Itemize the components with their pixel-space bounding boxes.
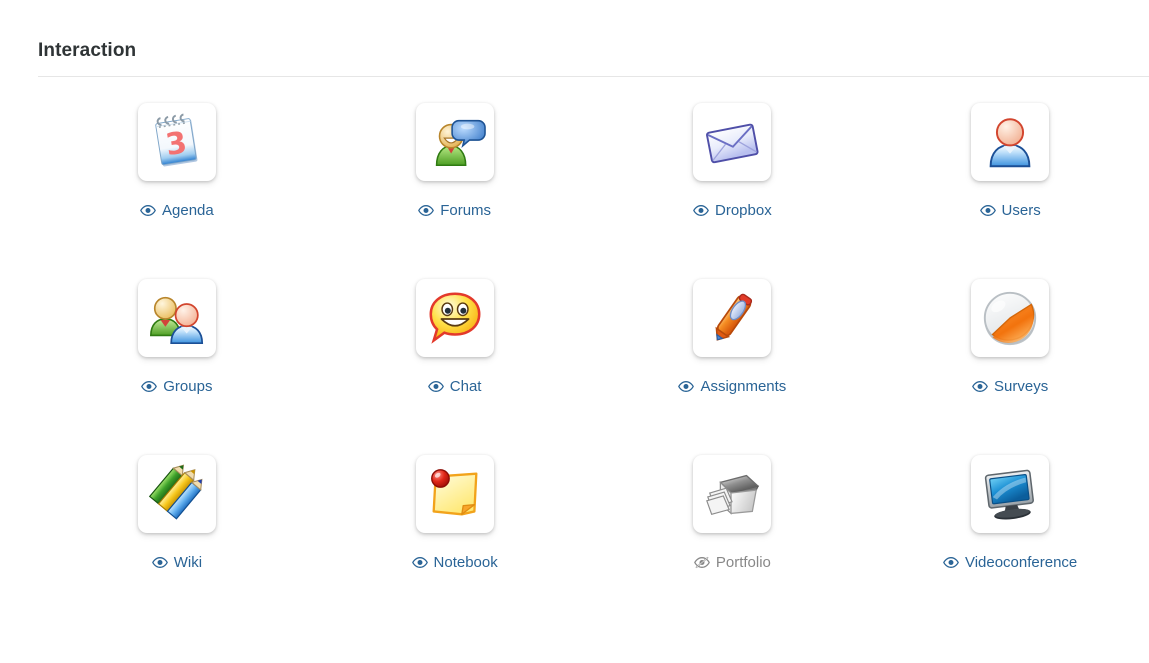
tool-label-text: Users [1001,202,1041,219]
tool-label-text: Wiki [173,554,203,571]
calendar-icon[interactable]: 3 [137,103,216,181]
tool-label-text: Surveys [994,378,1049,395]
eye-icon[interactable] [979,204,996,217]
tool-label: Videoconference [943,555,1077,570]
tool-portfolio[interactable]: Portfolio [594,448,872,624]
title-divider [38,76,1149,77]
tool-label: Chat [427,378,482,395]
tool-label-text: Dropbox [715,202,772,219]
eye-icon[interactable] [151,556,168,569]
page-title: Interaction [38,40,137,61]
eye-icon[interactable] [418,204,435,217]
tool-label-text: Chat [449,378,482,395]
tool-groups[interactable]: Groups [38,272,316,448]
tool-label-text: Notebook [433,554,498,571]
tool-label: Notebook [411,554,498,571]
tool-agenda[interactable]: 3 Agenda [38,96,316,272]
eye-icon[interactable] [943,556,959,569]
tool-label-text: Forums [440,202,492,219]
tool-label: Portfolio [693,554,771,571]
envelope-icon[interactable] [693,103,772,181]
tool-dropbox[interactable]: Dropbox [594,96,872,272]
tool-label-text: Videoconference [964,554,1078,571]
eye-shape [141,381,158,392]
eye-icon[interactable] [140,204,156,217]
eye-shape [693,205,709,216]
eye-slash-shape [693,556,710,569]
eye-shape [972,381,988,392]
eye-shape [979,205,996,216]
tool-users[interactable]: Users [871,96,1149,272]
eye-shape [418,205,435,216]
smiley-bubble-icon[interactable] [415,279,494,357]
eye-shape [140,205,156,216]
tools-page: Interaction 3 Agenda Forums Dropbox User… [0,0,1149,663]
tool-label: Wiki [151,554,203,571]
eye-shape [427,381,444,392]
eye-shape [411,557,428,568]
eye-icon[interactable] [141,380,158,393]
tool-notebook[interactable]: Notebook [316,448,594,624]
monitor-icon[interactable] [971,455,1050,533]
tool-label-text: Assignments [700,378,787,395]
tool-label-text: Portfolio [715,554,771,571]
tool-label: Forums [418,203,491,218]
pen-icon[interactable] [693,279,772,357]
tool-label: Dropbox [693,203,772,218]
users-group-icon[interactable] [137,279,216,357]
pie-chart-icon[interactable] [971,279,1050,357]
tool-label-text: Agenda [162,202,214,219]
eye-slash-icon[interactable] [693,556,710,569]
eye-icon[interactable] [678,380,695,393]
eye-icon[interactable] [427,380,444,393]
tool-wiki[interactable]: Wiki [38,448,316,624]
portfolio-pages-icon[interactable] [693,455,772,533]
tool-surveys[interactable]: Surveys [871,272,1149,448]
user-icon[interactable] [971,103,1050,181]
sticky-note-icon[interactable] [415,455,494,533]
tool-label: Agenda [140,203,214,218]
pencils-icon[interactable] [137,455,216,533]
tool-label: Surveys [972,379,1048,394]
eye-icon[interactable] [693,204,709,217]
tool-chat[interactable]: Chat [316,272,594,448]
tool-forums[interactable]: Forums [316,96,594,272]
user-speech-icon[interactable] [415,103,494,181]
tool-label: Groups [141,379,212,394]
eye-shape [943,557,959,568]
eye-shape [151,557,168,568]
tool-videoconference[interactable]: Videoconference [871,448,1149,624]
tool-assignments[interactable]: Assignments [594,272,872,448]
tool-label: Assignments [678,379,786,394]
tools-grid: 3 Agenda Forums Dropbox Users Groups Cha… [38,96,1149,624]
eye-shape [678,381,695,392]
eye-icon[interactable] [972,380,988,393]
eye-icon[interactable] [411,556,428,569]
tool-label: Users [979,202,1041,219]
tool-label-text: Groups [163,378,213,395]
